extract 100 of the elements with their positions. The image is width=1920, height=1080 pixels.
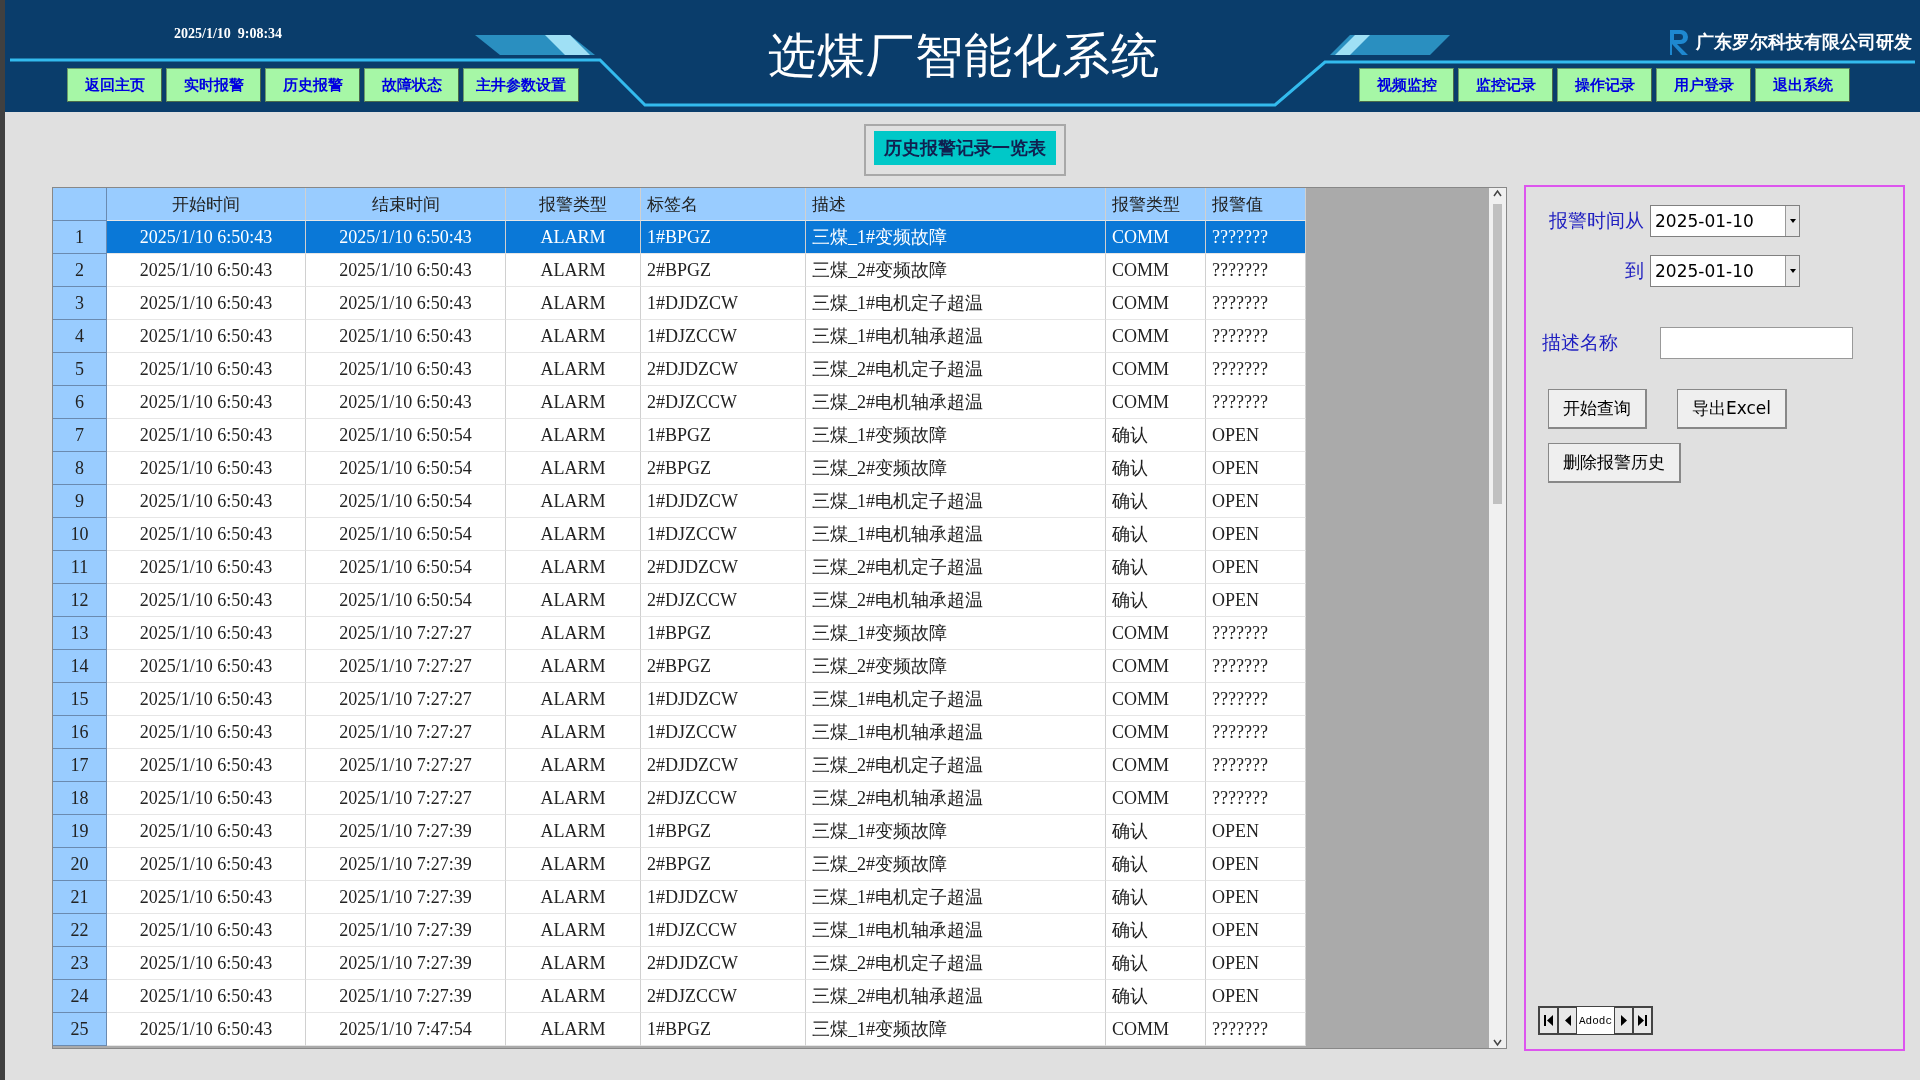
table-row[interactable]: 3 2025/1/10 6:50:43 2025/1/10 6:50:43 ALARM 1#DJDZCW 三煤_1#电机定子超温 COMM ??????? bbox=[53, 287, 1306, 320]
first-record-icon[interactable] bbox=[1544, 1015, 1553, 1026]
table-cell: ALARM bbox=[506, 221, 641, 254]
table-cell: 2025/1/10 6:50:43 bbox=[107, 650, 306, 683]
table-cell: 1#DJZCCW bbox=[641, 518, 806, 551]
table-row[interactable]: 14 2025/1/10 6:50:43 2025/1/10 7:27:27 ALARM 2#BPGZ 三煤_2#变频故障 COMM ??????? bbox=[53, 650, 1306, 683]
table-cell: 2025/1/10 6:50:43 bbox=[107, 815, 306, 848]
table-cell: ??????? bbox=[1206, 617, 1306, 650]
table-cell: 2025/1/10 6:50:43 bbox=[107, 386, 306, 419]
row-number: 16 bbox=[53, 716, 107, 749]
nav-button[interactable]: 用户登录 bbox=[1656, 68, 1751, 102]
nav-button[interactable]: 实时报警 bbox=[166, 68, 261, 102]
table-cell: OPEN bbox=[1206, 947, 1306, 980]
table-row[interactable]: 9 2025/1/10 6:50:43 2025/1/10 6:50:54 ALARM 1#DJDZCW 三煤_1#电机定子超温 确认 OPEN bbox=[53, 485, 1306, 518]
table-row[interactable]: 11 2025/1/10 6:50:43 2025/1/10 6:50:54 ALARM 2#DJDZCW 三煤_2#电机定子超温 确认 OPEN bbox=[53, 551, 1306, 584]
table-cell: OPEN bbox=[1206, 815, 1306, 848]
column-header[interactable]: 开始时间 bbox=[107, 188, 306, 221]
date-picker[interactable]: 2025-01-10 bbox=[1650, 255, 1800, 287]
table-cell: ALARM bbox=[506, 518, 641, 551]
table-row[interactable]: 24 2025/1/10 6:50:43 2025/1/10 7:27:39 ALARM 2#DJZCCW 三煤_2#电机轴承超温 确认 OPEN bbox=[53, 980, 1306, 1013]
table-cell: ALARM bbox=[506, 683, 641, 716]
column-header[interactable]: 报警类型 bbox=[1106, 188, 1206, 221]
previous-record-button[interactable] bbox=[1558, 1007, 1577, 1034]
vertical-scrollbar[interactable] bbox=[1489, 188, 1506, 1048]
table-row[interactable]: 5 2025/1/10 6:50:43 2025/1/10 6:50:43 ALARM 2#DJDZCW 三煤_2#电机定子超温 COMM ??????? bbox=[53, 353, 1306, 386]
nav-button[interactable]: 主井参数设置 bbox=[463, 68, 579, 102]
action-button[interactable]: 开始查询 bbox=[1548, 389, 1647, 429]
table-row[interactable]: 8 2025/1/10 6:50:43 2025/1/10 6:50:54 ALARM 2#BPGZ 三煤_2#变频故障 确认 OPEN bbox=[53, 452, 1306, 485]
table-row[interactable]: 22 2025/1/10 6:50:43 2025/1/10 7:27:39 ALARM 1#DJZCCW 三煤_1#电机轴承超温 确认 OPEN bbox=[53, 914, 1306, 947]
table-row[interactable]: 17 2025/1/10 6:50:43 2025/1/10 7:27:27 ALARM 2#DJDZCW 三煤_2#电机定子超温 COMM ??????? bbox=[53, 749, 1306, 782]
table-row[interactable]: 16 2025/1/10 6:50:43 2025/1/10 7:27:27 ALARM 1#DJZCCW 三煤_1#电机轴承超温 COMM ??????? bbox=[53, 716, 1306, 749]
table-cell: 1#DJDZCW bbox=[641, 485, 806, 518]
table-cell: 2025/1/10 7:27:27 bbox=[306, 650, 506, 683]
table-cell: 2025/1/10 6:50:43 bbox=[107, 287, 306, 320]
table-cell: OPEN bbox=[1206, 419, 1306, 452]
table-cell: 2025/1/10 6:50:43 bbox=[107, 452, 306, 485]
previous-record-icon[interactable] bbox=[1564, 1015, 1571, 1026]
table-cell: 2025/1/10 6:50:43 bbox=[107, 551, 306, 584]
table-row[interactable]: 25 2025/1/10 6:50:43 2025/1/10 7:47:54 ALARM 1#BPGZ 三煤_1#变频故障 COMM ??????? bbox=[53, 1013, 1306, 1046]
nav-button[interactable]: 历史报警 bbox=[265, 68, 360, 102]
nav-button[interactable]: 操作记录 bbox=[1557, 68, 1652, 102]
nav-button[interactable]: 故障状态 bbox=[364, 68, 459, 102]
last-record-button[interactable] bbox=[1633, 1007, 1652, 1034]
table-cell: 2025/1/10 6:50:43 bbox=[107, 254, 306, 287]
caret-icon[interactable] bbox=[1785, 206, 1799, 236]
nav-button[interactable]: 监控记录 bbox=[1458, 68, 1553, 102]
column-header[interactable]: 结束时间 bbox=[306, 188, 506, 221]
column-header[interactable]: 报警值 bbox=[1206, 188, 1306, 221]
date-picker[interactable]: 2025-01-10 bbox=[1650, 205, 1800, 237]
caret-icon[interactable] bbox=[1785, 256, 1799, 286]
table-cell: 三煤_2#变频故障 bbox=[806, 254, 1106, 287]
action-button[interactable]: 导出Excel bbox=[1677, 389, 1788, 429]
action-button[interactable]: 删除报警历史 bbox=[1548, 443, 1681, 483]
table-cell: OPEN bbox=[1206, 485, 1306, 518]
table-row[interactable]: 6 2025/1/10 6:50:43 2025/1/10 6:50:43 ALARM 2#DJZCCW 三煤_2#电机轴承超温 COMM ??????? bbox=[53, 386, 1306, 419]
table-row[interactable]: 20 2025/1/10 6:50:43 2025/1/10 7:27:39 ALARM 2#BPGZ 三煤_2#变频故障 确认 OPEN bbox=[53, 848, 1306, 881]
row-number: 2 bbox=[53, 254, 107, 287]
table-cell: 2025/1/10 7:27:27 bbox=[306, 749, 506, 782]
scrollbar-thumb[interactable] bbox=[1493, 204, 1502, 504]
row-number: 12 bbox=[53, 584, 107, 617]
table-row[interactable]: 7 2025/1/10 6:50:43 2025/1/10 6:50:54 ALARM 1#BPGZ 三煤_1#变频故障 确认 OPEN bbox=[53, 419, 1306, 452]
table-cell: 2025/1/10 6:50:43 bbox=[107, 947, 306, 980]
row-number: 7 bbox=[53, 419, 107, 452]
table-cell: 确认 bbox=[1106, 848, 1206, 881]
table-row[interactable]: 19 2025/1/10 6:50:43 2025/1/10 7:27:39 ALARM 1#BPGZ 三煤_1#变频故障 确认 OPEN bbox=[53, 815, 1306, 848]
table-cell: 2025/1/10 6:50:43 bbox=[107, 848, 306, 881]
table-row[interactable]: 1 2025/1/10 6:50:43 2025/1/10 6:50:43 ALARM 1#BPGZ 三煤_1#变频故障 COMM ??????? bbox=[53, 221, 1306, 254]
next-record-button[interactable] bbox=[1614, 1007, 1633, 1034]
column-header[interactable]: 描述 bbox=[806, 188, 1106, 221]
table-row[interactable]: 23 2025/1/10 6:50:43 2025/1/10 7:27:39 ALARM 2#DJDZCW 三煤_2#电机定子超温 确认 OPEN bbox=[53, 947, 1306, 980]
nav-button[interactable]: 返回主页 bbox=[67, 68, 162, 102]
table-cell: 确认 bbox=[1106, 947, 1206, 980]
last-record-icon[interactable] bbox=[1638, 1015, 1647, 1026]
table-row[interactable]: 2 2025/1/10 6:50:43 2025/1/10 6:50:43 ALARM 2#BPGZ 三煤_2#变频故障 COMM ??????? bbox=[53, 254, 1306, 287]
column-header[interactable]: 报警类型 bbox=[506, 188, 641, 221]
table-caption-button[interactable]: 历史报警记录一览表 bbox=[874, 131, 1056, 165]
table-cell: ALARM bbox=[506, 815, 641, 848]
table-cell: 三煤_2#电机轴承超温 bbox=[806, 782, 1106, 815]
table-row[interactable]: 18 2025/1/10 6:50:43 2025/1/10 7:27:27 ALARM 2#DJZCCW 三煤_2#电机轴承超温 COMM ??????? bbox=[53, 782, 1306, 815]
row-number: 3 bbox=[53, 287, 107, 320]
table-cell: 三煤_1#变频故障 bbox=[806, 617, 1106, 650]
column-header[interactable]: 标签名 bbox=[641, 188, 806, 221]
table-cell: 三煤_2#电机轴承超温 bbox=[806, 386, 1106, 419]
table-row[interactable]: 15 2025/1/10 6:50:43 2025/1/10 7:27:27 ALARM 1#DJDZCW 三煤_1#电机定子超温 COMM ??????? bbox=[53, 683, 1306, 716]
nav-button[interactable]: 视频监控 bbox=[1359, 68, 1454, 102]
table-cell: ??????? bbox=[1206, 683, 1306, 716]
table-row[interactable]: 21 2025/1/10 6:50:43 2025/1/10 7:27:39 ALARM 1#DJDZCW 三煤_1#电机定子超温 确认 OPEN bbox=[53, 881, 1306, 914]
description-input-field[interactable] bbox=[1660, 327, 1853, 359]
nav-button[interactable]: 退出系统 bbox=[1755, 68, 1850, 102]
table-cell: 2025/1/10 6:50:43 bbox=[107, 980, 306, 1013]
table-row[interactable]: 4 2025/1/10 6:50:43 2025/1/10 6:50:43 ALARM 1#DJZCCW 三煤_1#电机轴承超温 COMM ??????? bbox=[53, 320, 1306, 353]
table-row[interactable]: 10 2025/1/10 6:50:43 2025/1/10 6:50:54 ALARM 1#DJZCCW 三煤_1#电机轴承超温 确认 OPEN bbox=[53, 518, 1306, 551]
next-record-icon[interactable] bbox=[1620, 1015, 1627, 1026]
first-record-button[interactable] bbox=[1539, 1007, 1558, 1034]
table-cell: ALARM bbox=[506, 980, 641, 1013]
table-row[interactable]: 12 2025/1/10 6:50:43 2025/1/10 6:50:54 ALARM 2#DJZCCW 三煤_2#电机轴承超温 确认 OPEN bbox=[53, 584, 1306, 617]
table-row[interactable]: 13 2025/1/10 6:50:43 2025/1/10 7:27:27 ALARM 1#BPGZ 三煤_1#变频故障 COMM ??????? bbox=[53, 617, 1306, 650]
table-cell: 2025/1/10 6:50:43 bbox=[306, 386, 506, 419]
table-cell: 2025/1/10 6:50:43 bbox=[107, 881, 306, 914]
table-cell: ??????? bbox=[1206, 650, 1306, 683]
